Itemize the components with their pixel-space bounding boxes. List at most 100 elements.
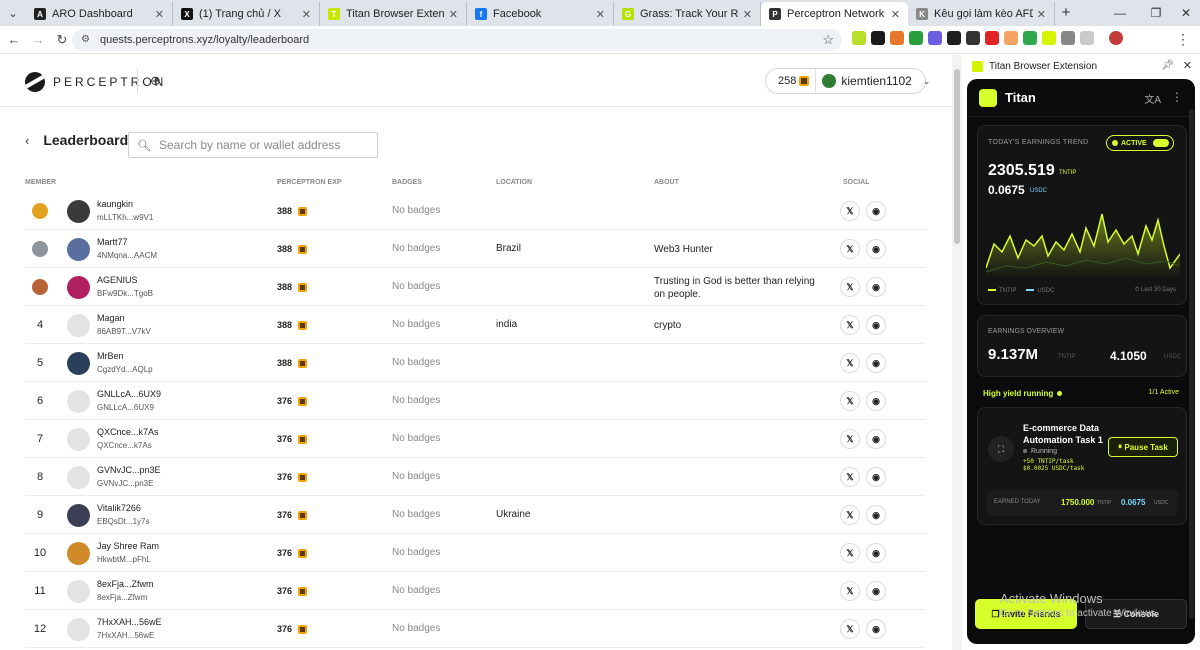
forward-icon[interactable]: → [26, 32, 50, 47]
extension-icon[interactable] [928, 31, 942, 45]
pause-task-button[interactable]: ⏸ Pause Task [1108, 437, 1178, 457]
member-name[interactable]: GNLLcA...6UX9 [97, 389, 161, 399]
discord-icon[interactable]: ◉ [866, 353, 886, 373]
close-tab-icon[interactable]: ✕ [302, 8, 311, 21]
discord-icon[interactable]: ◉ [866, 315, 886, 335]
maximize-icon[interactable]: ❐ [1140, 0, 1172, 26]
member-name[interactable]: 8exFja...Zfwm [97, 579, 154, 589]
x-social-icon[interactable]: 𝕏 [840, 353, 860, 373]
browser-menu-icon[interactable]: ⋮ [1176, 31, 1190, 48]
globe-icon[interactable]: ⊕ [150, 73, 161, 89]
url-bar[interactable]: ⚙ quests.perceptrons.xyz/loyalty/leaderb… [72, 29, 842, 51]
table-row[interactable]: kaungkin mLLTKh...w9V1 388 No badges 𝕏 ◉ [25, 192, 926, 230]
member-name[interactable]: Vitalik7266 [97, 503, 141, 513]
x-social-icon[interactable]: 𝕏 [840, 543, 860, 563]
bookmark-star-icon[interactable]: ☆ [822, 32, 834, 48]
table-row[interactable]: 4 Magan 86AB9T...V7kV 388 No badges india cryp… [25, 306, 926, 344]
browser-tab[interactable]: T Titan Browser Extension ✕ [320, 2, 467, 26]
discord-icon[interactable]: ◉ [866, 543, 886, 563]
table-row[interactable]: 11 8exFja...Zfwm 8exFja...Zfwm 376 No badges… [25, 572, 926, 610]
member-name[interactable]: Martt77 [97, 237, 128, 247]
new-tab-button[interactable]: + [1055, 2, 1077, 26]
range-label[interactable]: ⏱ Last 30 Days [1135, 287, 1176, 294]
profile-avatar[interactable] [1109, 31, 1123, 45]
page-scrollbar[interactable] [952, 55, 962, 650]
x-social-icon[interactable]: 𝕏 [840, 429, 860, 449]
member-name[interactable]: AGENIUS [97, 275, 138, 285]
close-tab-icon[interactable]: ✕ [1037, 8, 1046, 21]
close-tab-icon[interactable]: ✕ [596, 8, 605, 21]
extension-icon[interactable] [871, 31, 885, 45]
table-row[interactable]: Martt77 4NMqna...AACM 388 No badges Brazil We… [25, 230, 926, 268]
close-window-icon[interactable]: ✕ [1170, 0, 1200, 26]
x-social-icon[interactable]: 𝕏 [840, 277, 860, 297]
x-social-icon[interactable]: 𝕏 [840, 505, 860, 525]
perceptron-logo[interactable]: PERCEPTRON [25, 72, 166, 92]
site-info-icon[interactable]: ⚙ [81, 34, 90, 45]
minimize-icon[interactable]: — [1104, 0, 1136, 26]
search-box[interactable]: 🔍︎ [128, 132, 378, 158]
discord-icon[interactable]: ◉ [866, 581, 886, 601]
table-row[interactable]: 10 Jay Shree Ram HkwbtM...pFhL 376 No badges… [25, 534, 926, 572]
titan-extension-icon[interactable] [1042, 31, 1056, 45]
active-toggle[interactable]: ACTIVE [1106, 135, 1174, 151]
extension-icon[interactable] [947, 31, 961, 45]
close-tab-icon[interactable]: ✕ [449, 8, 458, 21]
puzzle-extensions-icon[interactable] [1061, 31, 1075, 45]
member-name[interactable]: MrBen [97, 351, 124, 361]
scrollbar-thumb[interactable] [954, 69, 960, 244]
browser-tab[interactable]: X (1) Trang chủ / X ✕ [173, 2, 320, 26]
extension-icon[interactable] [852, 31, 866, 45]
discord-icon[interactable]: ◉ [866, 429, 886, 449]
extension-icon[interactable] [909, 31, 923, 45]
user-menu[interactable]: 258 kiemtien1102 ⌄ [765, 68, 930, 94]
x-social-icon[interactable]: 𝕏 [840, 467, 860, 487]
table-row[interactable]: 7 QXCnce...k7As QXCnce...k7As 376 No badges 𝕏… [25, 420, 926, 458]
panel-scrollbar[interactable] [1189, 109, 1194, 619]
discord-icon[interactable]: ◉ [866, 201, 886, 221]
back-arrow-icon[interactable]: ‹ [25, 133, 29, 148]
member-name[interactable]: Magan [97, 313, 125, 323]
close-panel-icon[interactable]: ✕ [1183, 59, 1192, 72]
pinterest-icon[interactable] [985, 31, 999, 45]
toggle-switch[interactable] [1153, 139, 1169, 147]
column-exp[interactable]: PERCEPTRON EXP ↓ [277, 179, 342, 186]
x-social-icon[interactable]: 𝕏 [840, 581, 860, 601]
browser-tab[interactable]: P Perceptron Network ✕ [761, 2, 908, 26]
table-row[interactable]: 9 Vitalik7266 EBQsDt...1y7s 376 No badges Ukr… [25, 496, 926, 534]
translate-icon[interactable]: 文A [1144, 91, 1161, 106]
table-row[interactable]: 6 GNLLcA...6UX9 GNLLcA...6UX9 376 No badges 𝕏… [25, 382, 926, 420]
browser-tab[interactable]: G Grass: Track Your Rewards ✕ [614, 2, 761, 26]
member-name[interactable]: Jay Shree Ram [97, 541, 159, 551]
search-input[interactable] [158, 138, 369, 152]
browser-tab[interactable]: A ARO Dashboard ✕ [26, 2, 173, 26]
reload-icon[interactable]: ↻ [50, 32, 74, 48]
extension-icon[interactable] [1023, 31, 1037, 45]
member-name[interactable]: kaungkin [97, 199, 133, 209]
x-social-icon[interactable]: 𝕏 [840, 619, 860, 639]
tab-search-chevron-icon[interactable]: ⌄ [0, 0, 26, 26]
side-panel-icon[interactable] [1080, 31, 1094, 45]
x-social-icon[interactable]: 𝕏 [840, 239, 860, 259]
close-tab-icon[interactable]: ✕ [891, 8, 900, 21]
member-name[interactable]: GVNvJC...pn3E [97, 465, 161, 475]
pin-icon[interactable]: 📌︎ [1161, 60, 1174, 71]
table-row[interactable]: AGENIUS BFw9Dk...TgoB 388 No badges Trusting… [25, 268, 926, 306]
table-row[interactable]: 5 MrBen CgzdYd...AQLp 388 No badges 𝕏 ◉ [25, 344, 926, 382]
x-social-icon[interactable]: 𝕏 [840, 391, 860, 411]
discord-icon[interactable]: ◉ [866, 619, 886, 639]
discord-icon[interactable]: ◉ [866, 467, 886, 487]
discord-icon[interactable]: ◉ [866, 505, 886, 525]
browser-tab[interactable]: f Facebook ✕ [467, 2, 614, 26]
more-options-icon[interactable]: ⋮ [1171, 90, 1183, 104]
back-icon[interactable]: ← [2, 32, 26, 47]
extension-icon[interactable] [1004, 31, 1018, 45]
x-social-icon[interactable]: 𝕏 [840, 315, 860, 335]
discord-icon[interactable]: ◉ [866, 277, 886, 297]
table-row[interactable]: 12 7HxXAH...56wE 7HxXAH...56wE 376 No badges… [25, 610, 926, 648]
member-name[interactable]: QXCnce...k7As [97, 427, 159, 437]
discord-icon[interactable]: ◉ [866, 391, 886, 411]
close-tab-icon[interactable]: ✕ [743, 8, 752, 21]
table-row[interactable]: 8 GVNvJC...pn3E GVNvJC...pn3E 376 No badges 𝕏… [25, 458, 926, 496]
discord-icon[interactable]: ◉ [866, 239, 886, 259]
